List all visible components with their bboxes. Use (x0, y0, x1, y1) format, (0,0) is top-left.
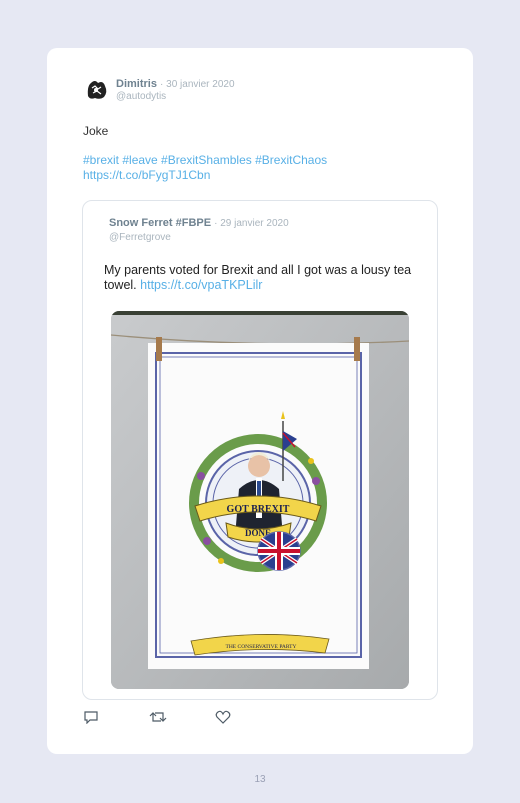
tweet-text: Joke (83, 124, 109, 138)
tea-towel-photo[interactable]: GOT BREXIT DONE THE CONSERVATIVE PARTY (111, 311, 409, 689)
quoted-author-handle[interactable]: @Ferretgrove (109, 232, 171, 243)
tweet-date: · 30 janvier 2020 (160, 79, 235, 90)
quoted-tweet-text: My parents voted for Brexit and all I go… (104, 263, 424, 293)
quoted-author-name[interactable]: Snow Ferret #FBPE · 29 janvier 2020 (109, 217, 289, 229)
reply-icon[interactable] (83, 710, 103, 726)
avatar[interactable] (83, 76, 110, 103)
tweet-card: Dimitris · 30 janvier 2020 @autodytis Jo… (47, 48, 473, 754)
quoted-tweet-date: · 29 janvier 2020 (214, 218, 289, 229)
page-number: 13 (254, 774, 266, 785)
retweet-icon[interactable] (149, 710, 169, 726)
quoted-author-name-text[interactable]: Snow Ferret #FBPE (109, 217, 211, 229)
quoted-tweet-link[interactable]: https://t.co/vpaTKPLilr (140, 278, 262, 292)
author-name[interactable]: Dimitris · 30 janvier 2020 (116, 78, 235, 90)
author-handle[interactable]: @autodytis (116, 91, 166, 102)
tweet-link[interactable]: https://t.co/bFygTJ1Cbn (83, 168, 210, 182)
ribbon-text: THE CONSERVATIVE PARTY (225, 644, 296, 650)
banner-text: GOT BREXIT (227, 504, 290, 515)
tweet-actions (83, 710, 235, 726)
author-name-text[interactable]: Dimitris (116, 78, 157, 90)
like-icon[interactable] (215, 710, 235, 726)
quoted-tweet[interactable]: Snow Ferret #FBPE · 29 janvier 2020 @Fer… (82, 200, 438, 700)
tweet-hashtags[interactable]: #brexit #leave #BrexitShambles #BrexitCh… (83, 153, 327, 168)
